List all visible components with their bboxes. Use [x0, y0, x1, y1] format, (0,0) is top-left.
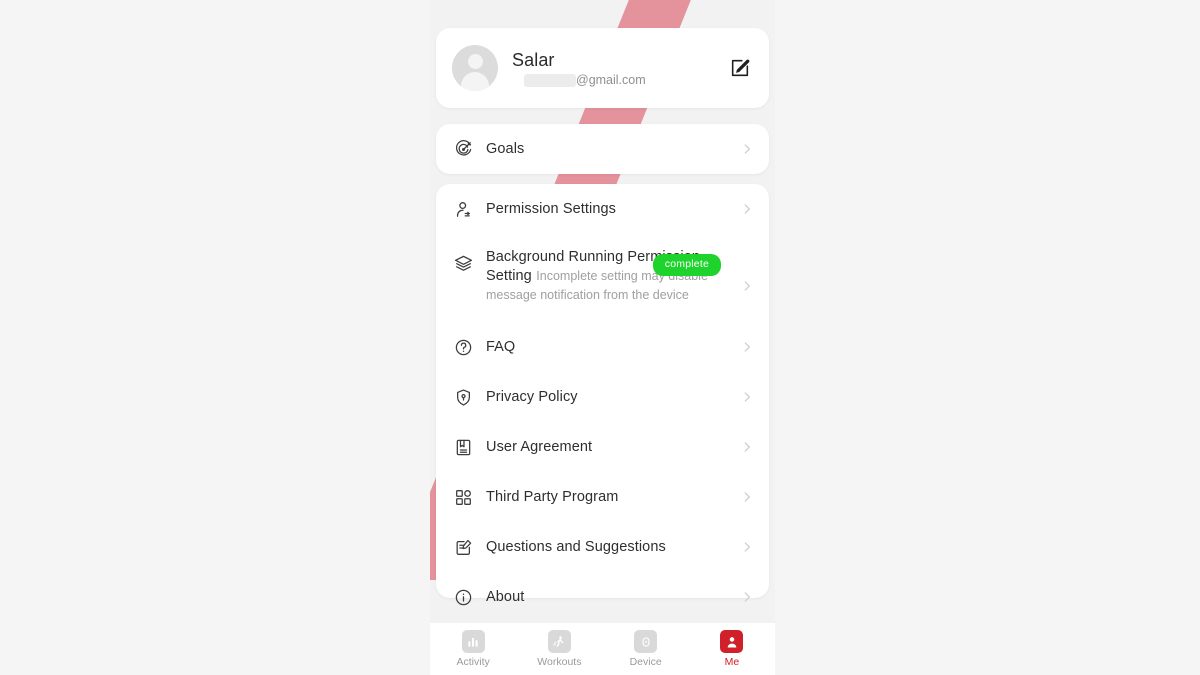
menu-item-third-party-program[interactable]: Third Party Program	[436, 472, 769, 522]
shield-lock-icon	[452, 386, 474, 408]
tab-me[interactable]: Me	[689, 630, 775, 668]
menu-item-body: Questions and Suggestions	[486, 538, 733, 557]
menu-item-label: Goals	[486, 140, 525, 157]
menu-item-label: FAQ	[486, 338, 516, 355]
menu-item-label: About	[486, 588, 525, 605]
edit-pencil-icon	[731, 59, 750, 77]
chevron-right-icon	[739, 141, 755, 157]
menu-item-privacy-policy[interactable]: Privacy Policy	[436, 372, 769, 422]
menu-item-label: Questions and Suggestions	[486, 538, 666, 555]
menu-item-body: Third Party Program	[486, 488, 733, 507]
running-person-icon	[547, 630, 571, 653]
bottom-navigation-bar: Activity Workouts Device Me	[430, 623, 775, 675]
status-badge: complete	[652, 254, 721, 276]
menu-item-body: FAQ	[486, 338, 733, 357]
menu-item-label: Permission Settings	[486, 200, 617, 217]
chevron-right-icon	[739, 539, 755, 555]
watch-device-icon	[634, 630, 658, 653]
edit-profile-button[interactable]	[727, 55, 753, 81]
chevron-right-icon	[739, 489, 755, 505]
menu-item-goals[interactable]: Goals	[436, 124, 769, 174]
menu-item-user-agreement[interactable]: User Agreement	[436, 422, 769, 472]
page-root: Salar @gmail.com Goals Permission Settin…	[0, 0, 1200, 675]
chevron-right-icon	[739, 439, 755, 455]
profile-email-row: @gmail.com	[512, 73, 727, 88]
edit-note-icon	[452, 536, 474, 558]
menu-item-body: About	[486, 588, 733, 607]
person-icon	[720, 630, 744, 653]
tab-label: Workouts	[537, 656, 582, 668]
chevron-right-icon	[739, 278, 755, 294]
tab-label: Device	[629, 656, 662, 668]
menu-item-background-running-permission[interactable]: Background Running Permission Setting In…	[436, 234, 769, 322]
chevron-right-icon	[739, 589, 755, 605]
phone-viewport: Salar @gmail.com Goals Permission Settin…	[430, 0, 775, 675]
menu-item-label: Third Party Program	[486, 488, 619, 505]
menu-item-about[interactable]: About	[436, 572, 769, 622]
question-circle-icon	[452, 336, 474, 358]
profile-text-block: Salar @gmail.com	[512, 49, 727, 88]
tab-label: Me	[724, 656, 740, 668]
menu-item-body: Privacy Policy	[486, 388, 733, 407]
menu-item-permission-settings[interactable]: Permission Settings	[436, 184, 769, 234]
grid-squares-icon	[452, 486, 474, 508]
tab-device[interactable]: Device	[603, 630, 689, 668]
menu-item-label: Privacy Policy	[486, 388, 578, 405]
layers-icon	[452, 252, 474, 274]
profile-card[interactable]: Salar @gmail.com	[436, 28, 769, 108]
profile-name: Salar	[512, 49, 555, 70]
target-goal-icon	[452, 138, 474, 160]
chevron-right-icon	[739, 389, 755, 405]
settings-scroll-area[interactable]: Salar @gmail.com Goals Permission Settin…	[430, 0, 775, 623]
tab-activity[interactable]: Activity	[430, 630, 516, 668]
person-settings-icon	[452, 198, 474, 220]
document-book-icon	[452, 436, 474, 458]
menu-item-label: User Agreement	[486, 438, 593, 455]
info-circle-icon	[452, 586, 474, 608]
menu-item-questions-and-suggestions[interactable]: Questions and Suggestions	[436, 522, 769, 572]
menu-item-faq[interactable]: FAQ	[436, 322, 769, 372]
chevron-right-icon	[739, 339, 755, 355]
profile-email-domain: @gmail.com	[576, 72, 646, 87]
menu-item-body: User Agreement	[486, 438, 733, 457]
tab-label: Activity	[456, 656, 490, 668]
settings-card: Permission Settings Background Running P…	[436, 184, 769, 605]
person-avatar-icon	[452, 45, 498, 91]
bar-chart-icon	[461, 630, 485, 653]
menu-item-body: Goals	[486, 140, 733, 159]
goals-card: Goals	[436, 124, 769, 174]
redacted-email-local-part	[524, 73, 576, 87]
chevron-right-icon	[739, 201, 755, 217]
tab-workouts[interactable]: Workouts	[516, 630, 602, 668]
menu-item-body: Permission Settings	[486, 200, 733, 219]
